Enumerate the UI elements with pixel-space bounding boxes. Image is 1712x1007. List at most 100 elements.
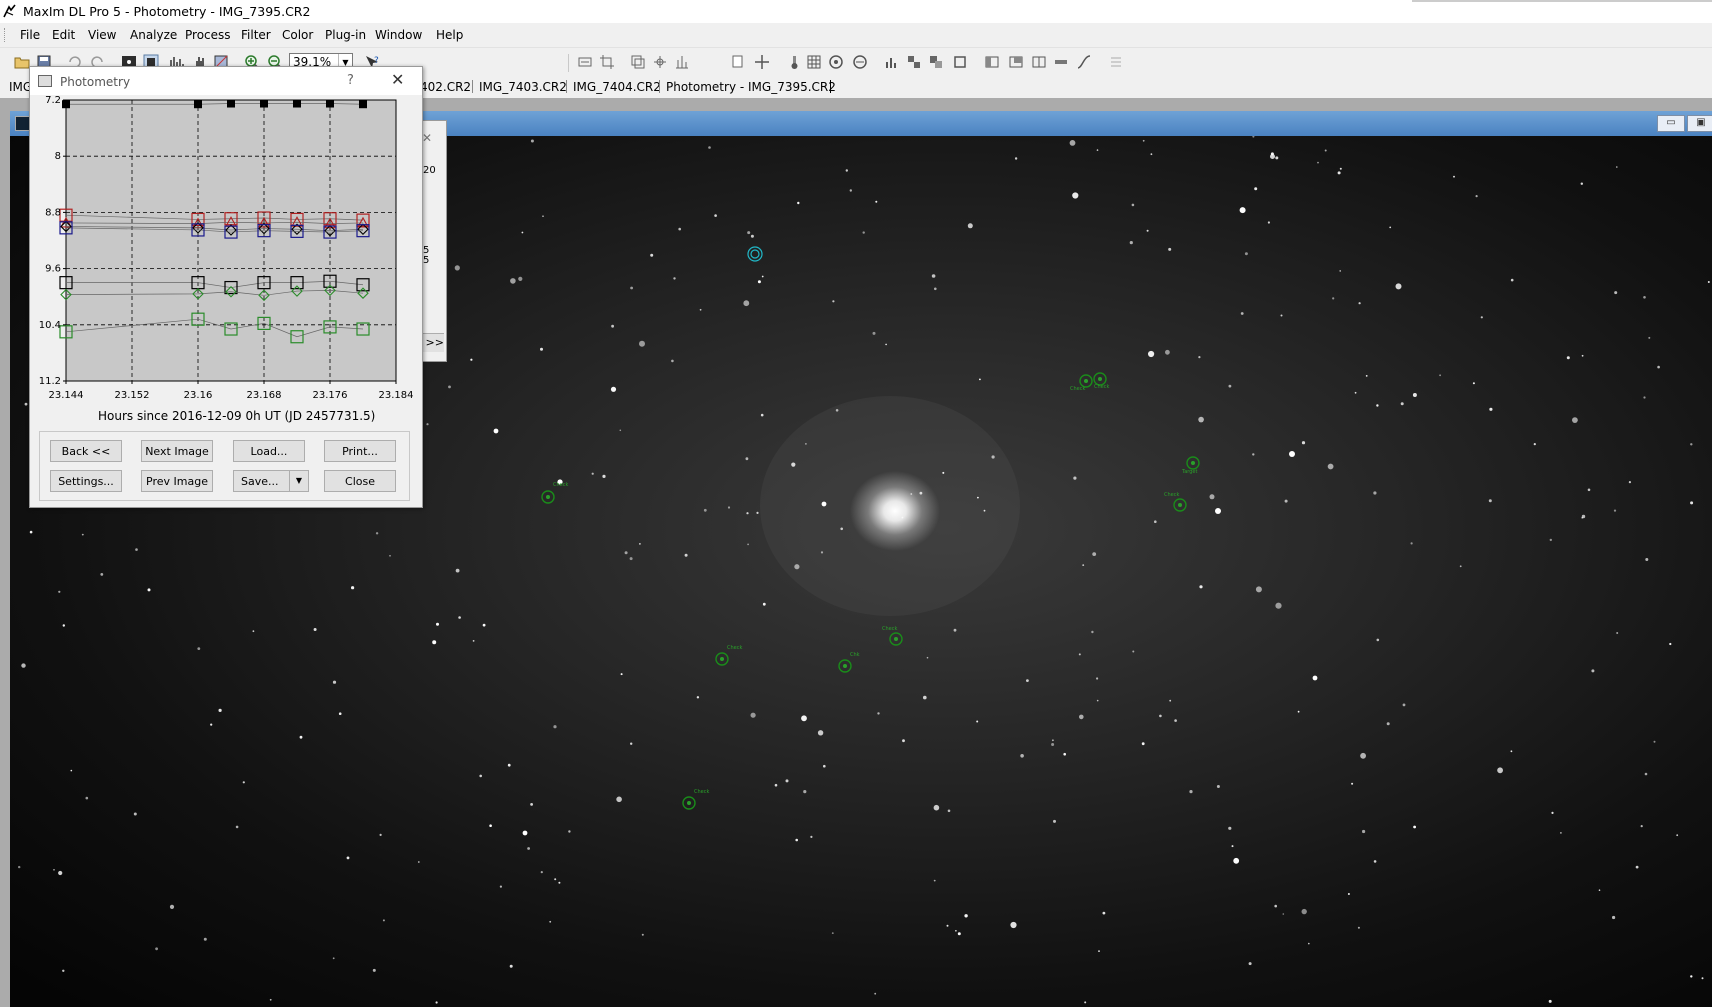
- save-split-button[interactable]: Save... ▼: [233, 470, 309, 492]
- star: [1092, 552, 1097, 556]
- tab-img-7404[interactable]: IMG_7404.CR2: [573, 80, 661, 94]
- menu-file[interactable]: File: [20, 28, 40, 42]
- star: [530, 139, 534, 143]
- data-point: [260, 99, 268, 108]
- star: [757, 280, 761, 284]
- open-icon[interactable]: [14, 54, 30, 70]
- star: [1365, 375, 1368, 377]
- light-curve-chart[interactable]: 7.288.89.610.411.2 23.144 23.152 23.16 23.1…: [30, 95, 422, 415]
- window-grid-icon[interactable]: [1031, 54, 1047, 70]
- star: [1284, 499, 1288, 503]
- crosshair-icon[interactable]: [754, 54, 770, 70]
- window-left-icon[interactable]: [984, 54, 1000, 70]
- window-right-icon[interactable]: [1008, 54, 1024, 70]
- star: [745, 457, 749, 461]
- star: [1141, 742, 1145, 746]
- stack-icon[interactable]: [630, 54, 646, 70]
- minimize-button[interactable]: ▭: [1657, 115, 1685, 132]
- settings-button[interactable]: Settings...: [50, 470, 122, 492]
- bar-icon[interactable]: [1053, 54, 1069, 70]
- star: [933, 879, 936, 882]
- combine-icon[interactable]: [674, 54, 690, 70]
- crop-icon[interactable]: [599, 54, 615, 70]
- camera-control-icon[interactable]: [806, 54, 822, 70]
- menu-view[interactable]: View: [88, 28, 116, 42]
- star: [1453, 175, 1455, 178]
- load-button[interactable]: Load...: [233, 440, 305, 462]
- menu-color[interactable]: Color: [282, 28, 313, 42]
- star: [24, 402, 28, 406]
- star: [389, 555, 391, 557]
- filter-wheel-icon[interactable]: [828, 54, 844, 70]
- star: [977, 496, 979, 499]
- square-icon[interactable]: [952, 54, 968, 70]
- star: [1026, 679, 1029, 682]
- star: [1613, 509, 1617, 512]
- tab-photometry[interactable]: Photometry - IMG_7395.CR2: [666, 80, 836, 94]
- x-axis-title: Hours since 2016-12-09 0h UT (JD 2457731…: [98, 409, 376, 423]
- star: [1091, 630, 1094, 634]
- menu-edit[interactable]: Edit: [52, 28, 75, 42]
- star: [699, 308, 702, 311]
- star: [1301, 908, 1307, 915]
- aperture-label: Target: [1181, 469, 1198, 475]
- close-icon[interactable]: ✕: [422, 131, 432, 145]
- star: [727, 506, 731, 509]
- star: [351, 586, 355, 590]
- star: [805, 443, 807, 445]
- close-button[interactable]: Close: [324, 470, 396, 492]
- menu-analyze[interactable]: Analyze: [130, 28, 177, 42]
- menu-plugin[interactable]: Plug-in: [325, 28, 366, 42]
- maximize-button[interactable]: ▣: [1687, 115, 1712, 132]
- app-icon: [3, 4, 16, 18]
- star: [432, 640, 437, 645]
- data-point: [326, 99, 334, 108]
- star: [1475, 195, 1478, 198]
- star: [1616, 166, 1618, 168]
- star: [568, 830, 571, 833]
- next-image-button[interactable]: Next Image: [141, 440, 213, 462]
- star: [1308, 942, 1310, 945]
- menu-filter[interactable]: Filter: [241, 28, 271, 42]
- star: [983, 509, 986, 512]
- star: [1614, 291, 1618, 295]
- window-titlebar: MaxIm DL Pro 5 - Photometry - IMG_7395.C…: [0, 0, 1712, 23]
- menu-help[interactable]: Help: [436, 28, 463, 42]
- thermometer-icon[interactable]: [786, 54, 802, 70]
- star: [155, 947, 159, 951]
- star: [1412, 393, 1417, 397]
- tab-img-7402[interactable]: 402.CR2: [420, 80, 471, 94]
- tab-img-7403[interactable]: IMG_7403.CR2: [479, 80, 567, 94]
- telescope-icon[interactable]: [852, 54, 868, 70]
- chevron-down-icon[interactable]: ▼: [289, 471, 308, 491]
- bar-chart-icon[interactable]: [884, 54, 900, 70]
- blocks2-icon[interactable]: [928, 54, 944, 70]
- star: [957, 932, 961, 936]
- bright-star: [522, 830, 528, 836]
- catalog-icon[interactable]: [577, 54, 593, 70]
- aperture-label: Check: [727, 645, 742, 651]
- help-button[interactable]: ?: [347, 73, 354, 88]
- back-button[interactable]: Back <<: [50, 440, 122, 462]
- y-tick-label: 8.8: [45, 207, 61, 218]
- close-icon[interactable]: ✕: [391, 70, 404, 89]
- blocks-icon[interactable]: [906, 54, 922, 70]
- prev-image-button[interactable]: Prev Image: [141, 470, 213, 492]
- print-button[interactable]: Print...: [324, 440, 396, 462]
- menu-window[interactable]: Window: [375, 28, 422, 42]
- aperture-center: [1098, 377, 1102, 381]
- star: [1069, 140, 1076, 146]
- star: [299, 735, 303, 739]
- customize-icon[interactable]: [1108, 54, 1124, 70]
- copy-icon[interactable]: [730, 54, 746, 70]
- menu-process[interactable]: Process: [185, 28, 231, 42]
- y-tick-label: 10.4: [39, 320, 61, 331]
- star: [1351, 782, 1354, 785]
- star: [616, 796, 622, 803]
- align-icon[interactable]: [652, 54, 668, 70]
- star: [100, 573, 104, 576]
- star: [542, 215, 544, 217]
- curve-icon[interactable]: [1076, 54, 1092, 70]
- star: [885, 343, 887, 346]
- star: [619, 429, 622, 432]
